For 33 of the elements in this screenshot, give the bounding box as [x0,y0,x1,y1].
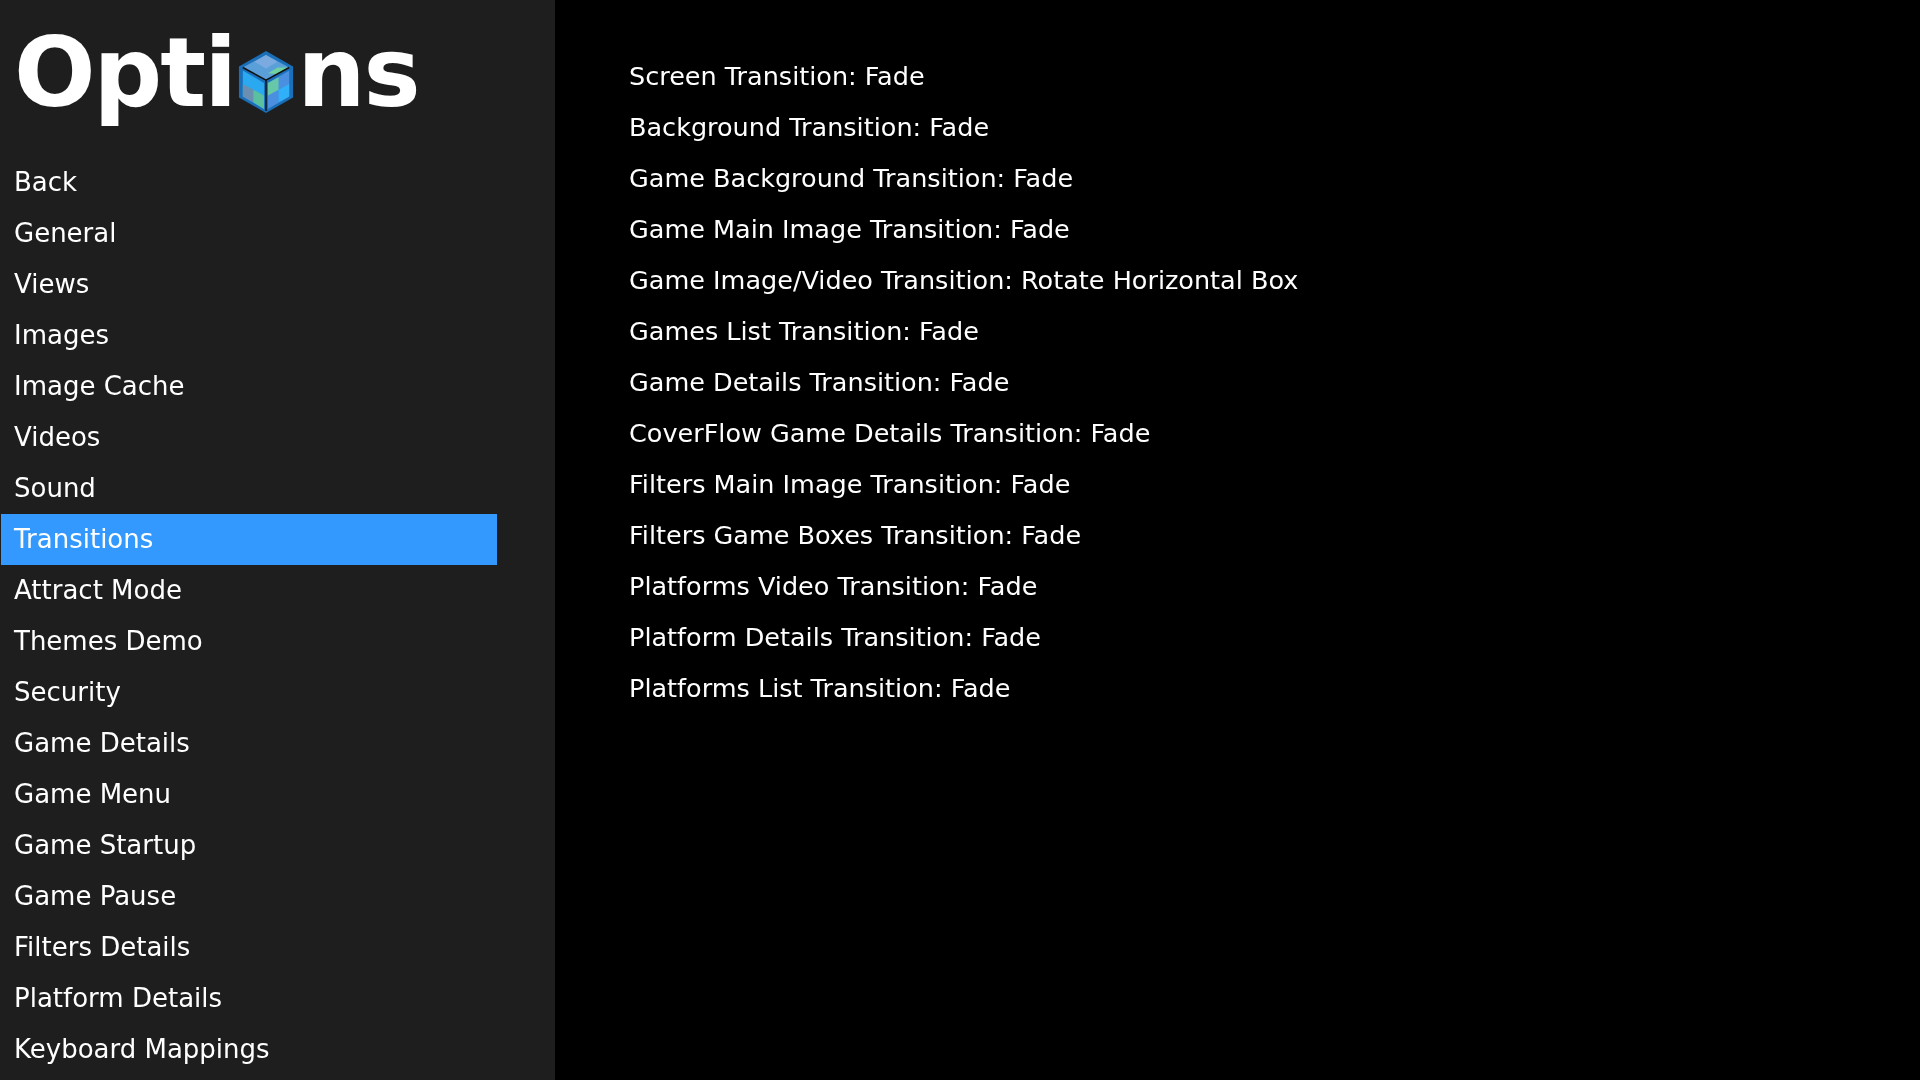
setting-item[interactable]: Game Image/Video Transition: Rotate Horizontal Box [629,255,1299,306]
setting-item[interactable]: Games List Transition: Fade [629,306,1299,357]
menu-item[interactable]: Images [1,310,497,361]
setting-item[interactable]: Game Details Transition: Fade [629,357,1299,408]
menu-item[interactable]: Themes Demo [1,616,497,667]
cube-icon [237,48,296,115]
menu-item[interactable]: Game Pause [1,871,497,922]
setting-item[interactable]: Platforms List Transition: Fade [629,663,1299,714]
setting-item[interactable]: Filters Game Boxes Transition: Fade [629,510,1299,561]
menu-item[interactable]: Filters Details [1,922,497,973]
menu-item[interactable]: Game Menu [1,769,497,820]
setting-item[interactable]: Filters Main Image Transition: Fade [629,459,1299,510]
setting-item[interactable]: Platforms Video Transition: Fade [629,561,1299,612]
setting-item[interactable]: CoverFlow Game Details Transition: Fade [629,408,1299,459]
menu-item[interactable]: Sound [1,463,497,514]
menu-item[interactable]: Security [1,667,497,718]
menu-item[interactable]: Platform Details [1,973,497,1024]
page-title: Opti [14,15,236,131]
menu-item[interactable]: Keyboard Mappings [1,1024,497,1075]
menu-item[interactable]: General [1,208,497,259]
menu-item[interactable]: Image Cache [1,361,497,412]
page-title: ns [297,15,419,131]
menu-item[interactable]: Attract Mode [1,565,497,616]
menu-item[interactable]: Game Details [1,718,497,769]
setting-item[interactable]: Game Background Transition: Fade [629,153,1299,204]
menu-item[interactable]: Back [1,157,497,208]
setting-item[interactable]: Game Main Image Transition: Fade [629,204,1299,255]
setting-item[interactable]: Platform Details Transition: Fade [629,612,1299,663]
menu-item[interactable]: Game Startup [1,820,497,871]
menu-item[interactable]: Views [1,259,497,310]
setting-item[interactable]: Background Transition: Fade [629,102,1299,153]
setting-item[interactable]: Screen Transition: Fade [629,51,1299,102]
menu-item[interactable]: Videos [1,412,497,463]
